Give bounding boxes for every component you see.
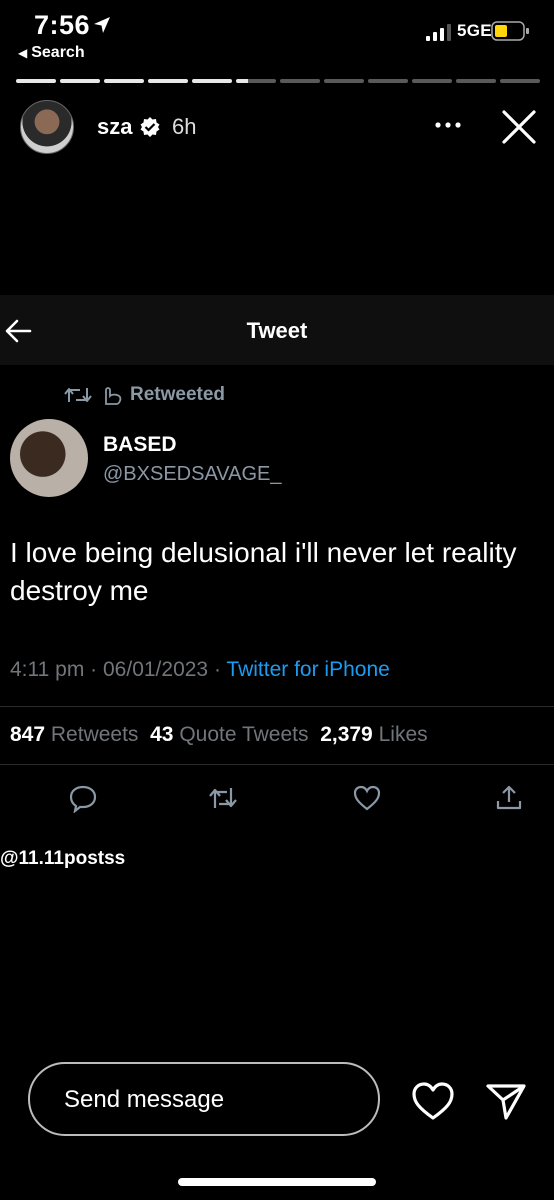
- watermark: @11.11postss: [0, 848, 126, 869]
- cellular-signal-icon: [426, 24, 451, 41]
- tweet-text: I love being delusional i'll never let r…: [10, 537, 517, 606]
- divider: [0, 764, 554, 765]
- retweet-small-icon: [64, 388, 92, 402]
- tweet-time: 4:11 pm: [10, 658, 85, 681]
- tweet-date: 06/01/2023: [103, 658, 209, 681]
- retweet-icon: [209, 788, 237, 808]
- author-avatar: [10, 419, 88, 497]
- tweet-meta: 4:11 pm · 06/01/2023 · Twitter for iPhon…: [10, 658, 390, 681]
- retweeted-label: Retweeted: [130, 384, 226, 405]
- likes-label: Likes: [378, 723, 428, 746]
- story-progress-segment: [280, 79, 320, 83]
- retweets-label: Retweets: [50, 723, 139, 746]
- likes-count: 2,379: [320, 723, 373, 746]
- tweet-header-title: Tweet: [246, 318, 308, 343]
- status-time: 7:56: [34, 10, 91, 40]
- story-progress-segment: [236, 79, 276, 83]
- story-progress-segment: [412, 79, 452, 83]
- send-paper-plane-icon[interactable]: [484, 1080, 528, 1122]
- back-triangle-icon: ◀: [18, 46, 28, 60]
- location-arrow-icon: [94, 17, 110, 33]
- battery-icon: [491, 21, 529, 41]
- send-message-placeholder: Send message: [64, 1086, 225, 1113]
- story-progress-segment: [148, 79, 188, 83]
- verified-badge-icon: [140, 117, 160, 137]
- home-indicator[interactable]: [178, 1178, 376, 1186]
- author-name: BASED: [103, 433, 177, 456]
- back-search-label: Search: [31, 44, 85, 61]
- story-progress-segment: [500, 79, 540, 83]
- quotes-count: 43: [150, 723, 174, 746]
- heart-icon[interactable]: [410, 1080, 456, 1122]
- story-progress-bar: [16, 79, 540, 83]
- quotes-label: Quote Tweets: [179, 723, 309, 746]
- more-options-icon[interactable]: [430, 110, 466, 140]
- reply-icon: [69, 785, 97, 813]
- close-icon[interactable]: [500, 108, 538, 146]
- story-progress-segment: [16, 79, 56, 83]
- divider: [0, 706, 554, 707]
- story-progress-segment: [456, 79, 496, 83]
- story-progress-segment: [324, 79, 364, 83]
- story-progress-segment: [368, 79, 408, 83]
- author-handle: @BXSEDSAVAGE_: [103, 463, 282, 485]
- story-avatar[interactable]: [20, 100, 74, 154]
- story-age: 6h: [172, 114, 197, 139]
- story-progress-segment: [60, 79, 100, 83]
- tweet-source: Twitter for iPhone: [226, 658, 390, 681]
- like-heart-icon: [353, 785, 381, 811]
- network-type: 5GE: [457, 21, 492, 40]
- retweets-count: 847: [10, 723, 46, 746]
- story-progress-segment: [192, 79, 232, 83]
- back-to-search-link[interactable]: ◀ Search: [18, 44, 85, 62]
- tweet-stats: 847 Retweets 43 Quote Tweets 2,379 Likes: [10, 723, 428, 747]
- story-username[interactable]: sza: [97, 114, 132, 140]
- share-icon: [496, 785, 522, 810]
- finger-point-icon: [105, 387, 122, 405]
- story-progress-segment: [104, 79, 144, 83]
